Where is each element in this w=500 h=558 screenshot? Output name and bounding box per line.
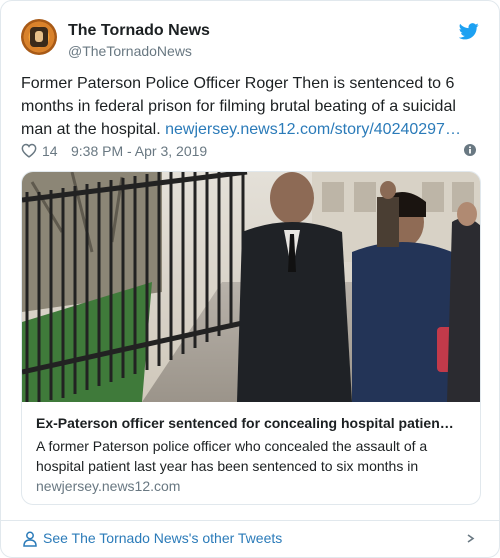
- tweet-link[interactable]: newjersey.news12.com/story/40240297…: [165, 121, 461, 138]
- twitter-bird-icon[interactable]: [459, 23, 479, 40]
- card-description: A former Paterson police officer who con…: [36, 438, 428, 474]
- article-photo: [22, 172, 480, 402]
- tweet-meta: 14 9:38 PM - Apr 3, 2019: [21, 142, 481, 160]
- display-name[interactable]: The Tornado News: [68, 21, 210, 41]
- handle[interactable]: @TheTornadoNews: [68, 42, 210, 60]
- link-preview-card[interactable]: Ex-Paterson officer sentenced for concea…: [21, 171, 481, 505]
- card-title[interactable]: Ex-Paterson officer sentenced for concea…: [36, 414, 466, 433]
- tweet-text: Former Paterson Police Officer Roger The…: [21, 72, 483, 141]
- author-names[interactable]: The Tornado News @TheTornadoNews: [68, 21, 210, 60]
- tweet-timestamp[interactable]: 9:38 PM - Apr 3, 2019: [71, 143, 207, 159]
- card-domain: newjersey.news12.com: [36, 478, 181, 494]
- other-tweets-link[interactable]: See The Tornado News's other Tweets: [43, 530, 282, 546]
- avatar[interactable]: [21, 19, 57, 55]
- heart-icon[interactable]: [21, 143, 37, 158]
- tweet-header: The Tornado News @TheTornadoNews: [21, 19, 481, 63]
- embedded-tweet: The Tornado News @TheTornadoNews Former …: [0, 0, 500, 558]
- footer-divider: [1, 520, 499, 521]
- tornado-news-logo-icon: [30, 27, 48, 47]
- like-count[interactable]: 14: [42, 143, 58, 159]
- card-body: Ex-Paterson officer sentenced for concea…: [22, 402, 480, 504]
- other-tweets-footer[interactable]: See The Tornado News's other Tweets: [21, 529, 481, 551]
- info-icon[interactable]: [464, 144, 476, 156]
- person-icon: [23, 531, 37, 547]
- chevron-right-icon[interactable]: [466, 534, 478, 543]
